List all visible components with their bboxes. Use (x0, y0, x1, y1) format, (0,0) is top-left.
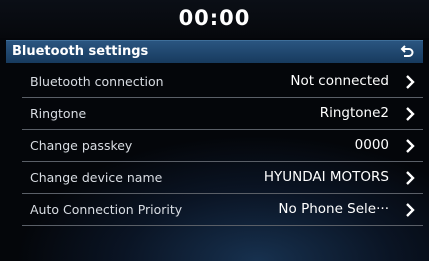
row-change-passkey[interactable]: Change passkey 0000 (22, 130, 423, 162)
row-bluetooth-connection[interactable]: Bluetooth connection Not connected (22, 66, 423, 98)
chevron-right-icon (406, 139, 415, 153)
row-value: HYUNDAI MOTORS (263, 169, 389, 185)
row-ringtone[interactable]: Ringtone Ringtone2 (22, 98, 423, 130)
back-button[interactable] (395, 41, 419, 63)
settings-list: Bluetooth connection Not connected Ringt… (6, 66, 423, 226)
row-change-device-name[interactable]: Change device name HYUNDAI MOTORS (22, 162, 423, 194)
row-value: Not connected (290, 73, 389, 89)
row-value: Ringtone2 (319, 105, 389, 121)
row-label: Change passkey (30, 138, 133, 153)
row-value: No Phone Sele··· (278, 201, 389, 217)
back-return-icon (400, 45, 414, 57)
settings-header: Bluetooth settings (6, 40, 423, 63)
chevron-right-icon (406, 203, 415, 217)
chevron-right-icon (406, 107, 415, 121)
row-value: 0000 (354, 137, 389, 153)
chevron-right-icon (406, 171, 415, 185)
settings-screen: 00:00 Bluetooth settings Bluetooth conne… (0, 0, 429, 261)
row-auto-connection-priority[interactable]: Auto Connection Priority No Phone Sele··… (22, 194, 423, 226)
status-bar: 00:00 (0, 0, 429, 38)
row-label: Bluetooth connection (30, 74, 164, 89)
clock: 00:00 (178, 6, 251, 30)
row-label: Auto Connection Priority (30, 202, 183, 217)
row-label: Change device name (30, 170, 163, 185)
page-title: Bluetooth settings (12, 44, 149, 59)
chevron-right-icon (406, 75, 415, 89)
row-label: Ringtone (30, 106, 87, 121)
